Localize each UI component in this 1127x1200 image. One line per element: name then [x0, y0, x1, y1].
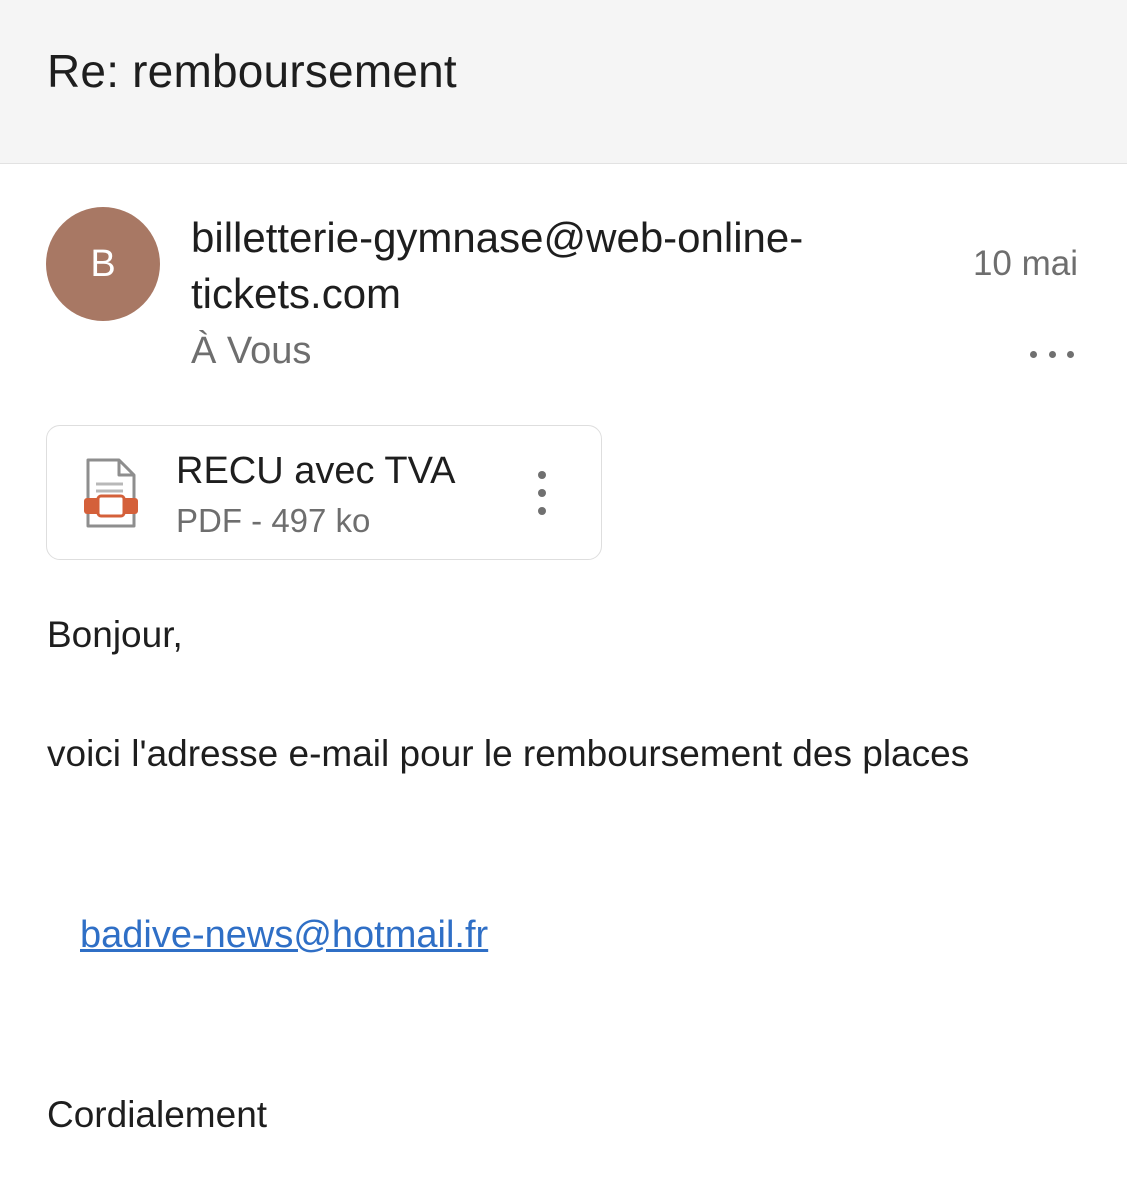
subject-header: Re: remboursement: [0, 0, 1127, 164]
more-vertical-icon[interactable]: [532, 471, 552, 515]
email-subject: Re: remboursement: [47, 45, 457, 97]
pdf-file-icon: [84, 458, 138, 528]
attachment-card[interactable]: RECU avec TVA PDF - 497 ko: [46, 425, 602, 560]
sender-address[interactable]: billetterie-gymnase@web-online-tickets.c…: [191, 210, 941, 322]
email-link[interactable]: badive-news@hotmail.fr: [80, 905, 488, 965]
sender-avatar[interactable]: B: [46, 207, 160, 321]
avatar-initial: B: [90, 242, 116, 285]
attachment-name: RECU avec TVA: [176, 450, 456, 492]
email-date: 10 mai: [972, 244, 1078, 283]
message-text: voici l'adresse e-mail pour le rembourse…: [47, 733, 970, 774]
recipient-label[interactable]: À Vous: [191, 330, 311, 373]
email-view: Re: remboursement B billetterie-gymnase@…: [0, 0, 1127, 1200]
closing-text: Cordialement: [47, 1094, 268, 1135]
more-horizontal-icon[interactable]: [1030, 340, 1074, 368]
attachment-meta: PDF - 497 ko: [176, 502, 371, 539]
greeting-text: Bonjour,: [47, 614, 183, 655]
